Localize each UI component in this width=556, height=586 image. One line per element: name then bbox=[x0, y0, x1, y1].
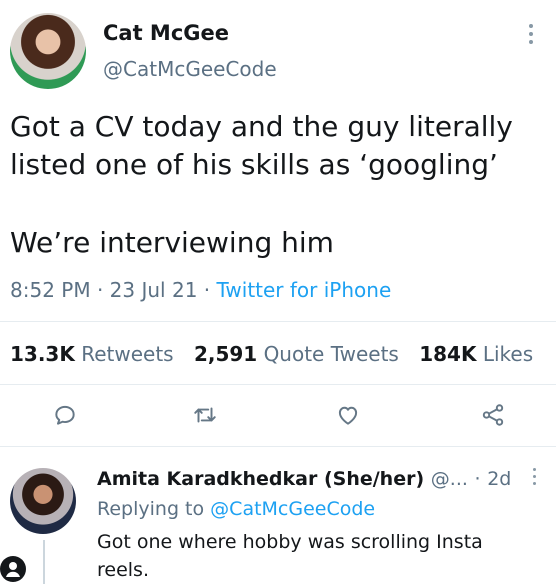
like-icon[interactable] bbox=[335, 402, 361, 428]
quote-tweets-count: 2,591 bbox=[193, 342, 258, 366]
reply-text: Got one where hobby was scrolling Insta … bbox=[97, 531, 483, 581]
reply-time[interactable]: 2d bbox=[487, 468, 511, 490]
reply-header: Amita Karadkhedkar (She/her) @... · 2d bbox=[97, 466, 511, 492]
tweet-author-handle[interactable]: @CatMcGeeCode bbox=[103, 56, 277, 82]
tweet-time[interactable]: 8:52 PM bbox=[10, 278, 91, 302]
thread-line bbox=[43, 540, 45, 584]
retweets-label: Retweets bbox=[81, 342, 174, 366]
share-icon[interactable] bbox=[480, 402, 506, 428]
tweet-meta: 8:52 PM · 23 Jul 21 · Twitter for iPhone bbox=[10, 276, 391, 304]
retweets-count: 13.3K bbox=[10, 342, 75, 366]
user-profile-icon[interactable] bbox=[0, 556, 26, 582]
tweet-stats: 13.3K Retweets 2,591 Quote Tweets 184K L… bbox=[10, 340, 547, 368]
retweets-stat[interactable]: 13.3K Retweets bbox=[10, 342, 174, 366]
reply-separator: · bbox=[474, 468, 481, 490]
likes-count: 184K bbox=[419, 342, 477, 366]
reply-author-handle[interactable]: @... bbox=[431, 468, 468, 490]
tweet-source[interactable]: Twitter for iPhone bbox=[217, 278, 392, 302]
replying-mention[interactable]: @CatMcGeeCode bbox=[210, 498, 375, 520]
retweet-icon[interactable] bbox=[192, 402, 218, 428]
tweet-avatar[interactable] bbox=[10, 13, 86, 89]
reply-more-options-icon[interactable] bbox=[530, 468, 538, 490]
divider bbox=[0, 446, 556, 447]
likes-label: Likes bbox=[482, 342, 534, 366]
divider bbox=[0, 384, 556, 385]
replying-to: Replying to @CatMcGeeCode bbox=[97, 496, 375, 522]
reply-icon[interactable] bbox=[52, 402, 78, 428]
meta-separator: · bbox=[203, 278, 211, 302]
quote-tweets-stat[interactable]: 2,591 Quote Tweets bbox=[194, 342, 399, 366]
tweet-author-name[interactable]: Cat McGee bbox=[103, 20, 229, 46]
tweet-text: Got a CV today and the guy literally lis… bbox=[10, 108, 546, 262]
tweet-date[interactable]: 23 Jul 21 bbox=[110, 278, 198, 302]
quote-tweets-label: Quote Tweets bbox=[263, 342, 399, 366]
likes-stat[interactable]: 184K Likes bbox=[419, 342, 533, 366]
replying-prefix: Replying to bbox=[97, 498, 205, 520]
meta-separator: · bbox=[96, 278, 104, 302]
reply-author-name[interactable]: Amita Karadkhedkar (She/her) bbox=[97, 468, 424, 490]
reply-avatar[interactable] bbox=[10, 468, 76, 534]
tweet-text-line: We’re interviewing him bbox=[10, 226, 334, 259]
divider bbox=[0, 321, 556, 322]
tweet-text-line: Got a CV today and the guy literally lis… bbox=[10, 110, 513, 181]
more-options-icon[interactable] bbox=[527, 24, 535, 46]
